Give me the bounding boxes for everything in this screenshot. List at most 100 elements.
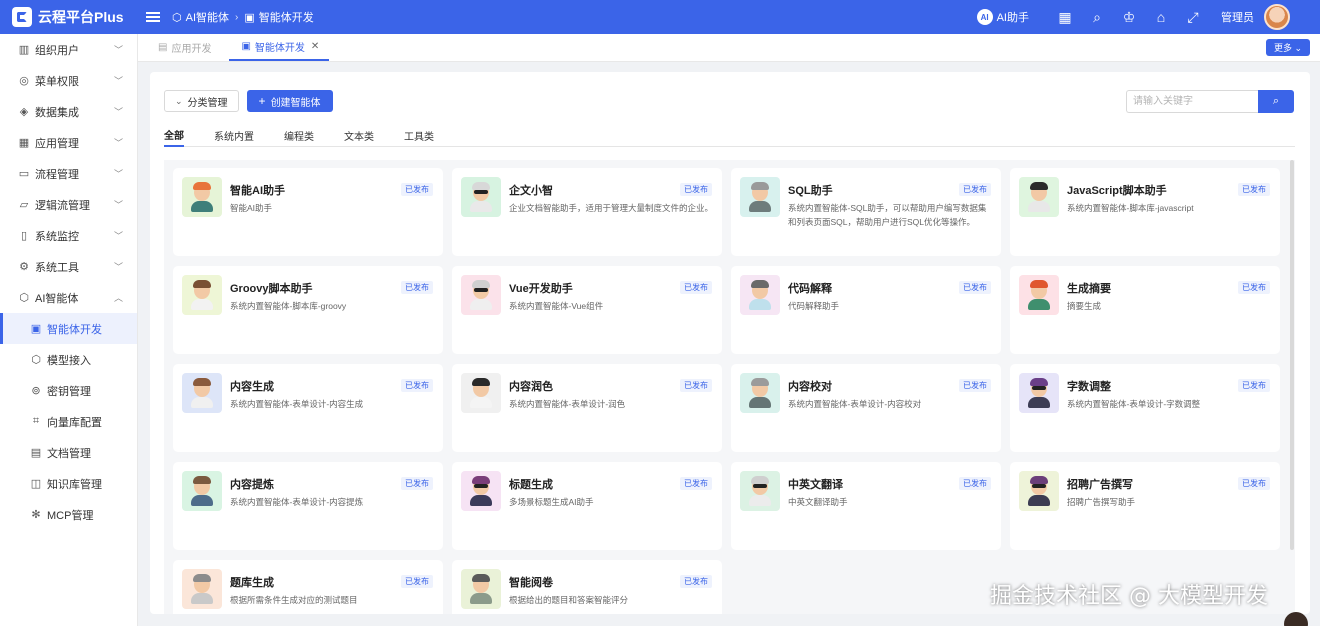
agent-card[interactable]: 内容校对 已发布 系统内置智能体-表单设计-内容校对 — [731, 364, 1001, 452]
agent-title: SQL助手 — [788, 185, 833, 197]
agent-card[interactable]: 代码解释 已发布 代码解释助手 — [731, 266, 1001, 354]
agent-card[interactable]: 题库生成 已发布 根据所需条件生成对应的测试题目 — [173, 560, 443, 614]
agent-avatar — [461, 569, 501, 609]
vector-crop-icon: ⌗ — [32, 415, 40, 427]
agent-card[interactable]: 内容生成 已发布 系统内置智能体-表单设计-内容生成 — [173, 364, 443, 452]
plus-icon: + — [258, 94, 266, 108]
sidebar-subitem-3[interactable]: ⌗ 向量库配置 — [0, 406, 137, 437]
chevron-down-icon: ﹀ — [113, 169, 123, 179]
search-button[interactable]: ⌕ — [1258, 90, 1294, 113]
brand[interactable]: 云程平台Plus — [0, 7, 138, 27]
sidebar-subitem-label: 知识库管理 — [47, 478, 102, 491]
agent-card[interactable]: 字数调整 已发布 系统内置智能体-表单设计-字数调整 — [1010, 364, 1280, 452]
agent-title: 中英文翻译 — [788, 479, 843, 491]
category-tab-2[interactable]: 编程类 — [284, 124, 314, 147]
sidebar-item-1[interactable]: ◎ 菜单权限 ﹀ — [0, 65, 137, 96]
sidebar-item-6[interactable]: ▯ 系统监控 ﹀ — [0, 220, 137, 251]
breadcrumb-label: 智能体开发 — [258, 12, 314, 24]
agent-description: 系统内置智能体-脚本库-groovy — [230, 301, 347, 311]
user-avatar[interactable] — [1264, 4, 1290, 30]
agent-card[interactable]: 标题生成 已发布 多场景标题生成AI助手 — [452, 462, 722, 550]
breadcrumb-item-ai[interactable]: ⬡ AI智能体 — [172, 9, 229, 25]
agent-description: 系统内置智能体-表单设计-润色 — [509, 399, 626, 409]
tab-app-dev[interactable]: ▤ 应用开发 — [146, 33, 221, 61]
sidebar-item-label: 逻辑流管理 — [35, 199, 90, 212]
tab-label: 应用开发 — [171, 43, 212, 55]
more-button[interactable]: 更多 ⌄ — [1265, 39, 1310, 56]
avatar-face-icon — [749, 378, 771, 408]
menu-toggle-icon[interactable] — [146, 10, 160, 24]
avatar-face-icon — [191, 574, 213, 604]
agent-description: 系统内置智能体-脚本库-javascript — [1067, 203, 1194, 213]
sidebar-item-8[interactable]: ⬡ AI智能体 ︿ — [0, 282, 137, 313]
chevron-down-icon: ⌄ — [175, 95, 183, 106]
sidebar-subitem-5[interactable]: ◫ 知识库管理 — [0, 468, 137, 499]
fullscreen-icon[interactable]: ⤢ — [1183, 7, 1203, 27]
category-tab-3[interactable]: 文本类 — [344, 124, 374, 147]
sidebar-subitem-4[interactable]: ▤ 文档管理 — [0, 437, 137, 468]
sidebar-item-label: 流程管理 — [35, 168, 79, 181]
search-icon[interactable]: ⌕ — [1087, 7, 1107, 27]
agent-card[interactable]: 生成摘要 已发布 摘要生成 — [1010, 266, 1280, 354]
sidebar-item-5[interactable]: ▱ 逻辑流管理 ﹀ — [0, 189, 137, 220]
agent-grid-area: 智能AI助手 已发布 智能AI助手 企文小智 已发布 企业文档智能助手，适用于管… — [164, 160, 1295, 614]
layout-icon[interactable]: ▦ — [1055, 7, 1075, 27]
breadcrumb-item-agent-dev[interactable]: ▣ 智能体开发 — [244, 9, 313, 25]
ai-assistant-icon: AI — [976, 9, 993, 25]
ai-assistant-button[interactable]: AI AI助手 — [976, 9, 1029, 25]
admin-name[interactable]: 管理员 — [1221, 9, 1254, 25]
agent-card[interactable]: Vue开发助手 已发布 系统内置智能体-Vue组件 — [452, 266, 722, 354]
search-input[interactable] — [1126, 90, 1258, 113]
agent-avatar — [1019, 471, 1059, 511]
status-badge: 已发布 — [401, 281, 433, 294]
sidebar-item-3[interactable]: ▦ 应用管理 ﹀ — [0, 127, 137, 158]
agent-card[interactable]: 智能AI助手 已发布 智能AI助手 — [173, 168, 443, 256]
avatar-face-icon — [191, 182, 213, 212]
main-panel: ⌄ 分类管理 + 创建智能体 ⌕ 全部 系统内置 编程类 文本类 工具类 智能AI助手 … — [150, 72, 1310, 614]
logic-flow-icon: ▱ — [19, 199, 29, 211]
model-cube-icon: ⬡ — [31, 354, 41, 366]
agent-card[interactable]: 内容润色 已发布 系统内置智能体-表单设计-润色 — [452, 364, 722, 452]
chevron-down-icon: ﹀ — [113, 138, 123, 148]
agent-card[interactable]: 智能阅卷 已发布 根据给出的题目和答案智能评分 — [452, 560, 722, 614]
category-tab-0[interactable]: 全部 — [164, 124, 184, 147]
sidebar-subitem-0[interactable]: ▣ 智能体开发 — [0, 313, 137, 344]
data-integration-icon: ◈ — [19, 106, 29, 118]
status-badge: 已发布 — [1238, 379, 1270, 392]
agent-card[interactable]: Groovy脚本助手 已发布 系统内置智能体-脚本库-groovy — [173, 266, 443, 354]
agent-card[interactable]: 中英文翻译 已发布 中英文翻译助手 — [731, 462, 1001, 550]
sidebar-subitem-1[interactable]: ⬡ 模型接入 — [0, 344, 137, 375]
sidebar-item-0[interactable]: ▥ 组织用户 ﹀ — [0, 34, 137, 65]
sidebar-item-4[interactable]: ▭ 流程管理 ﹀ — [0, 158, 137, 189]
sidebar-subitem-6[interactable]: ✻ MCP管理 — [0, 499, 137, 530]
theme-shirt-icon[interactable]: ♔ — [1119, 7, 1139, 27]
agent-card[interactable]: 企文小智 已发布 企业文档智能助手，适用于管理大量制度文件的企业。 — [452, 168, 722, 256]
agent-avatar — [1019, 275, 1059, 315]
category-manage-button[interactable]: ⌄ 分类管理 — [164, 90, 239, 112]
sidebar-item-label: 系统工具 — [35, 261, 79, 274]
search-icon: ⌕ — [1272, 95, 1280, 107]
agent-card[interactable]: 内容提炼 已发布 系统内置智能体-表单设计-内容提炼 — [173, 462, 443, 550]
avatar-face-icon — [1028, 280, 1050, 310]
agent-card[interactable]: JavaScript脚本助手 已发布 系统内置智能体-脚本库-javascrip… — [1010, 168, 1280, 256]
sidebar-subitem-2[interactable]: ⊚ 密钥管理 — [0, 375, 137, 406]
category-tab-1[interactable]: 系统内置 — [214, 124, 254, 147]
chevron-down-icon: ﹀ — [113, 262, 123, 272]
tab-agent-dev[interactable]: ▣ 智能体开发 ✕ — [229, 33, 330, 61]
agent-title: 代码解释 — [788, 283, 832, 295]
scrollbar[interactable] — [1290, 160, 1294, 550]
sidebar-subitem-label: 智能体开发 — [47, 323, 102, 336]
agent-description: 智能AI助手 — [230, 203, 273, 213]
sidebar-item-7[interactable]: ⚙ 系统工具 ﹀ — [0, 251, 137, 282]
agent-description: 招聘广告撰写助手 — [1067, 497, 1136, 507]
sidebar-subitem-label: 模型接入 — [47, 354, 91, 367]
sidebar-item-2[interactable]: ◈ 数据集成 ﹀ — [0, 96, 137, 127]
create-agent-button[interactable]: + 创建智能体 — [246, 90, 333, 112]
agent-card[interactable]: 招聘广告撰写 已发布 招聘广告撰写助手 — [1010, 462, 1280, 550]
close-icon[interactable]: ✕ — [311, 41, 319, 52]
status-badge: 已发布 — [401, 575, 433, 588]
agent-card[interactable]: SQL助手 已发布 系统内置智能体-SQL助手，可以帮助用户编写数据集和列表页面… — [731, 168, 1001, 256]
agent-description: 系统内置智能体-SQL助手，可以帮助用户编写数据集和列表页面SQL，帮助用户进行… — [788, 203, 987, 227]
category-tab-4[interactable]: 工具类 — [404, 124, 434, 147]
home-icon[interactable]: ⌂ — [1151, 7, 1171, 27]
